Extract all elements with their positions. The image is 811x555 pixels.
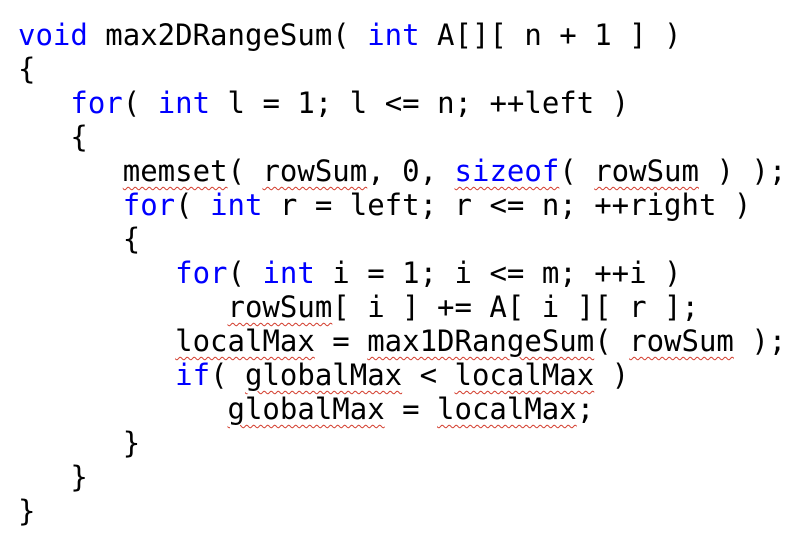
code-line: localMax = max1DRangeSum( rowSum ); [18, 324, 786, 358]
code-token: r = left; r <= n; ++right ) [262, 188, 752, 222]
code-token: ( [122, 86, 158, 120]
code-token: ( [559, 154, 595, 188]
code-token: globalMax [227, 392, 385, 426]
code-token: l = 1; l <= n; ++left ) [210, 86, 630, 120]
code-token: ( [210, 358, 245, 392]
code-keyword: int [157, 86, 211, 120]
code-line: { [18, 52, 35, 86]
code-token: ); [733, 324, 787, 358]
code-token: A[][ n + 1 ] ) [419, 18, 682, 52]
code-token: ( [175, 188, 211, 222]
code-line: memset( rowSum, 0, sizeof( rowSum ) ); [18, 154, 787, 188]
code-line: } [18, 460, 88, 494]
code-keyword: int [262, 256, 315, 290]
code-token: } [70, 460, 88, 494]
code-keyword: for [122, 188, 176, 222]
code-token: i = 1; i <= m; ++i ) [314, 256, 682, 290]
code-token: ; [576, 392, 595, 426]
code-line: } [18, 494, 35, 528]
code-token: < [402, 358, 455, 392]
code-token: , 0, [367, 154, 455, 188]
code-token: rowSum [629, 324, 734, 358]
code-line: { [18, 222, 140, 256]
code-line: for( int r = left; r <= n; ++right ) [18, 188, 752, 222]
code-token: = [314, 324, 368, 358]
code-token: { [122, 222, 141, 256]
code-keyword: void [18, 18, 88, 52]
code-token: { [70, 120, 88, 154]
code-token: ( [227, 256, 263, 290]
code-keyword: int [210, 188, 263, 222]
code-token: localMax [175, 324, 315, 358]
code-token: ) [594, 358, 630, 392]
code-keyword: if [175, 358, 211, 392]
code-token: ( [227, 154, 263, 188]
code-token: [ i ] += A[ i ][ r ]; [332, 290, 699, 324]
code-token: localMax [454, 358, 595, 392]
code-token: max2DRangeSum( [87, 18, 368, 52]
code-keyword: sizeof [454, 154, 560, 188]
code-token: max1DRangeSum [367, 324, 595, 358]
code-token: = [384, 392, 438, 426]
code-token: rowSum [227, 290, 333, 324]
code-line: for( int l = 1; l <= n; ++left ) [18, 86, 629, 120]
code-block: void max2DRangeSum( int A[][ n + 1 ] ){ … [0, 0, 811, 555]
code-token: rowSum [594, 154, 699, 188]
code-token: { [18, 52, 36, 86]
code-token: } [122, 426, 141, 460]
code-keyword: int [367, 18, 420, 52]
code-token: localMax [437, 392, 577, 426]
code-line: for( int i = 1; i <= m; ++i ) [18, 256, 682, 290]
code-token: ) ); [698, 154, 787, 188]
code-keyword: for [70, 86, 123, 120]
code-line: { [18, 120, 88, 154]
code-line: rowSum[ i ] += A[ i ][ r ]; [18, 290, 699, 324]
code-keyword: for [175, 256, 228, 290]
code-line: } [18, 426, 140, 460]
code-token: } [18, 494, 36, 528]
code-token: globalMax [244, 358, 403, 392]
code-line: globalMax = localMax; [18, 392, 595, 426]
code-line: void max2DRangeSum( int A[][ n + 1 ] ) [18, 18, 682, 52]
code-line: if( globalMax < localMax ) [18, 358, 629, 392]
code-token: rowSum [262, 154, 368, 188]
code-token: memset [122, 154, 228, 188]
code-token: ( [594, 324, 630, 358]
